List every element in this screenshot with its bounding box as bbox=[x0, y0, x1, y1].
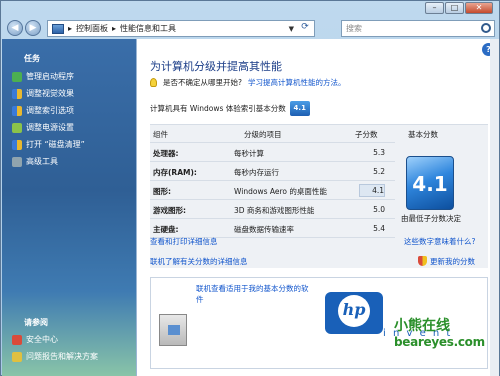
view-print-details-link[interactable]: 查看和打印详细信息 bbox=[150, 236, 218, 247]
subscore: 5.0 bbox=[373, 205, 385, 214]
update-score-link[interactable]: 更新我的分数 bbox=[418, 256, 475, 267]
rated-item: 3D 商务和游戏图形性能 bbox=[234, 206, 315, 215]
row-divider bbox=[150, 180, 395, 181]
address-separator: ▸ bbox=[68, 24, 73, 33]
component-name: 主硬盘: bbox=[153, 225, 179, 234]
search-icon[interactable] bbox=[481, 23, 491, 33]
watermark-en: beareyes.com bbox=[394, 335, 485, 349]
forward-arrow-icon[interactable]: ▶ bbox=[25, 20, 41, 36]
watermark-cn: 小熊在线 bbox=[394, 318, 450, 334]
chevron-down-icon[interactable]: ▼ bbox=[289, 25, 294, 33]
row-divider bbox=[150, 199, 395, 200]
learn-scores-online-link[interactable]: 联机了解有关分数的详细信息 bbox=[150, 256, 248, 267]
breadcrumb-performance[interactable]: 性能信息和工具 bbox=[120, 23, 176, 34]
sidebar-item-label: 管理启动程序 bbox=[26, 72, 74, 81]
subscore: 5.2 bbox=[373, 167, 385, 176]
update-score-label: 更新我的分数 bbox=[430, 257, 475, 266]
breadcrumb-control-panel[interactable]: 控制面板 bbox=[76, 23, 108, 34]
close-button[interactable]: ✕ bbox=[465, 2, 493, 14]
tip-text: 是否不确定从哪里开始? bbox=[163, 78, 242, 87]
sidebar-item-label: 安全中心 bbox=[26, 335, 58, 344]
sidebar-item-indexing[interactable]: 调整索引选项 bbox=[12, 105, 74, 116]
sidebar-see-also-header: 请参阅 bbox=[24, 318, 48, 327]
table-row: 图形: Windows Aero 的桌面性能 4.1 bbox=[150, 182, 395, 199]
tip-line: 是否不确定从哪里开始? 学习提高计算机性能的方法。 bbox=[150, 77, 345, 88]
maximize-button[interactable]: □ bbox=[445, 2, 464, 14]
rated-line: 计算机具有 Windows 体验索引基本分数 4.1 bbox=[150, 101, 310, 116]
navigation-bar: ◀ ▶ ▸ 控制面板 ▸ 性能信息和工具 ▼ ⟳ 搜索 bbox=[5, 19, 495, 38]
table-row: 处理器: 每秒计算 5.3 bbox=[150, 144, 395, 161]
score-badge-small: 4.1 bbox=[289, 101, 310, 116]
software-box-icon bbox=[159, 314, 187, 346]
sidebar-item-label: 调整电源设置 bbox=[26, 123, 74, 132]
sidebar-item-label: 调整索引选项 bbox=[26, 106, 74, 115]
component-name: 内存(RAM): bbox=[153, 168, 197, 177]
hp-logo[interactable]: hp bbox=[325, 292, 383, 334]
address-separator: ▸ bbox=[112, 24, 117, 33]
page-title: 为计算机分级并提高其性能 bbox=[150, 60, 282, 73]
rated-item: 每秒内存运行 bbox=[234, 168, 279, 177]
shield-icon bbox=[12, 88, 22, 99]
window-controls: – □ ✕ bbox=[425, 2, 493, 15]
col-header-item: 分级的项目 bbox=[244, 130, 282, 139]
sidebar-item-visual-effects[interactable]: 调整视觉效果 bbox=[12, 88, 74, 99]
component-name: 游戏图形: bbox=[153, 206, 186, 215]
search-placeholder: 搜索 bbox=[346, 24, 362, 33]
learn-improve-link[interactable]: 学习提高计算机性能的方法。 bbox=[248, 77, 346, 88]
control-panel-icon bbox=[52, 23, 64, 34]
shield-icon bbox=[12, 105, 22, 116]
sidebar: 任务 管理启动程序 调整视觉效果 调整索引选项 调整电源设置 打开 “磁盘清理”… bbox=[2, 39, 136, 376]
sidebar-item-label: 调整视觉效果 bbox=[26, 89, 74, 98]
sidebar-item-label: 问题报告和解决方案 bbox=[26, 352, 98, 361]
shield-icon bbox=[418, 256, 427, 266]
minimize-button[interactable]: – bbox=[425, 2, 444, 14]
row-divider bbox=[150, 142, 395, 143]
lightbulb-icon bbox=[150, 78, 157, 87]
shield-icon bbox=[12, 139, 22, 150]
rated-item: 磁盘数据传输速率 bbox=[234, 225, 294, 234]
component-name: 图形: bbox=[153, 187, 171, 196]
row-divider bbox=[150, 218, 395, 219]
col-header-subscore: 子分数 bbox=[355, 130, 378, 139]
sidebar-item-power[interactable]: 调整电源设置 bbox=[12, 122, 74, 133]
what-numbers-mean-link[interactable]: 这些数字意味着什么? bbox=[404, 236, 475, 247]
search-input[interactable]: 搜索 bbox=[341, 20, 495, 37]
sidebar-item-label: 高级工具 bbox=[26, 157, 58, 166]
window: – □ ✕ ◀ ▶ ▸ 控制面板 ▸ 性能信息和工具 ▼ ⟳ 搜索 任务 管理启… bbox=[0, 0, 500, 376]
power-icon bbox=[12, 122, 22, 133]
base-score-note: 由最低子分数决定 bbox=[401, 214, 461, 223]
table-row: 游戏图形: 3D 商务和游戏图形性能 5.0 bbox=[150, 201, 395, 218]
startup-icon bbox=[12, 71, 22, 82]
address-bar[interactable]: ▸ 控制面板 ▸ 性能信息和工具 ▼ ⟳ bbox=[47, 20, 315, 37]
sidebar-item-startup[interactable]: 管理启动程序 bbox=[12, 71, 74, 82]
col-header-component: 组件 bbox=[153, 130, 168, 139]
row-divider bbox=[150, 161, 395, 162]
scrollbar[interactable] bbox=[490, 39, 499, 376]
base-score-badge: 4.1 bbox=[406, 156, 454, 210]
security-center-icon bbox=[12, 334, 22, 345]
sidebar-tasks-header: 任务 bbox=[24, 54, 40, 63]
sidebar-item-disk-cleanup[interactable]: 打开 “磁盘清理” bbox=[12, 139, 85, 150]
back-arrow-icon[interactable]: ◀ bbox=[7, 20, 23, 36]
table-row: 主硬盘: 磁盘数据传输速率 5.4 bbox=[150, 220, 395, 237]
component-name: 处理器: bbox=[153, 149, 179, 158]
hp-logo-mark: hp bbox=[338, 295, 370, 327]
rated-item: Windows Aero 的桌面性能 bbox=[234, 187, 327, 196]
watermark: 小熊在线 beareyes.com bbox=[394, 315, 485, 349]
subscore: 5.4 bbox=[373, 224, 385, 233]
rated-item: 每秒计算 bbox=[234, 149, 264, 158]
sidebar-item-label: 打开 “磁盘清理” bbox=[26, 140, 85, 149]
sidebar-item-problem-reports[interactable]: 问题报告和解决方案 bbox=[12, 351, 98, 362]
sidebar-item-advanced-tools[interactable]: 高级工具 bbox=[12, 156, 58, 167]
refresh-icon[interactable]: ⟳ bbox=[298, 22, 312, 35]
subscore: 5.3 bbox=[373, 148, 385, 157]
subscore: 4.1 bbox=[359, 184, 385, 197]
sidebar-item-security-center[interactable]: 安全中心 bbox=[12, 334, 58, 345]
table-row: 内存(RAM): 每秒内存运行 5.2 bbox=[150, 163, 395, 180]
rated-text: 计算机具有 Windows 体验索引基本分数 bbox=[150, 104, 286, 113]
tools-icon bbox=[12, 156, 22, 167]
promo-link[interactable]: 联机查看适用于我的基本分数的软件 bbox=[196, 283, 314, 305]
problem-reports-icon bbox=[12, 351, 22, 362]
col-header-base-score: 基本分数 bbox=[408, 130, 438, 139]
